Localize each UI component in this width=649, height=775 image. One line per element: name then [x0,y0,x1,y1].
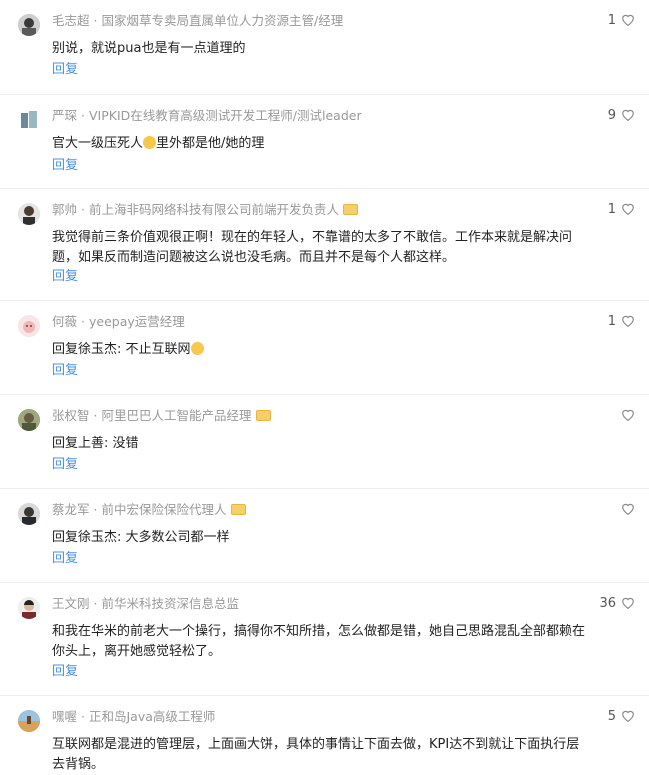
author-name[interactable]: 嘿喔 [52,709,77,724]
verified-badge-icon [255,410,271,421]
comment-text-part: 回复徐玉杰: 不止互联网 [52,342,191,357]
emoji-icon [143,136,157,149]
comment-text: 回复徐玉杰: 不止互联网 [52,340,592,360]
heart-icon [622,109,634,122]
comment-meta: 蔡龙军 · 前中宏保险保险代理人 [52,500,246,520]
like-button[interactable]: 1 [608,11,635,31]
reply-link[interactable]: 回复 [52,551,78,567]
comment-item: 嘿喔 · 正和岛Java高级工程师 5 互联网都是混进的管理层，上面画大饼，具体的事… [0,696,649,772]
author-title: yeepay运营经理 [89,314,185,329]
avatar[interactable] [18,710,40,732]
like-count: 1 [607,314,616,329]
comment-item: 郭帅 · 前上海非码网络科技有限公司前端开发负责人 1 我觉得前三条价值观很正啊！现… [0,189,649,301]
avatar[interactable] [18,203,40,225]
like-button[interactable]: 36 [599,594,635,614]
reply-link[interactable]: 回复 [52,457,78,473]
comment-text: 别说，就说pua也是有一点道理的 [52,41,246,56]
comment-item: 毛志超 · 国家烟草专卖局直属单位人力资源主管/经理 1 别说，就说pua也是有一点… [0,0,649,95]
comment-text: 回复徐玉杰: 大多数公司都一样 [52,530,230,545]
like-count: 36 [599,596,616,611]
avatar[interactable] [18,597,40,619]
heart-icon [622,503,634,516]
avatar[interactable] [18,14,40,36]
avatar[interactable] [18,503,40,525]
author-name[interactable]: 严琛 [52,108,77,123]
comment-text: 互联网都是混进的管理层，上面画大饼，具体的事情让下面去做，KPI达不到就让下面执… [52,737,580,772]
author-title: 前中宏保险保险代理人 [101,502,227,517]
like-button[interactable] [616,406,635,426]
avatar[interactable] [18,109,40,131]
comment-meta: 王文刚 · 前华米科技资深信息总监 [52,596,240,611]
comment-meta: 毛志超 · 国家烟草专卖局直属单位人力资源主管/经理 [52,13,344,28]
like-count: 9 [607,108,616,123]
like-button[interactable]: 9 [608,106,635,126]
author-name[interactable]: 郭帅 [52,202,77,217]
heart-icon [622,409,634,422]
avatar[interactable] [18,409,40,431]
reply-link[interactable]: 回复 [52,269,78,285]
author-name[interactable]: 蔡龙军 [52,502,90,517]
author-name[interactable]: 毛志超 [52,13,90,28]
author-title: 正和岛Java高级工程师 [89,709,216,724]
like-count: 1 [607,202,616,217]
like-button[interactable] [616,500,635,520]
comment-text: 官大一级压死人 里外都是他/她的理 [52,134,592,154]
author-name[interactable]: 何薇 [52,314,77,329]
reply-link[interactable]: 回复 [52,664,78,680]
heart-icon [622,315,634,328]
author-name[interactable]: 王文刚 [52,596,90,611]
emoji-icon [190,342,204,355]
like-button[interactable]: 5 [608,707,635,727]
comment-text: 我觉得前三条价值观很正啊！现在的年轻人，不靠谱的太多了不敢信。工作本来就是解决问… [52,230,573,265]
author-title: 国家烟草专卖局直属单位人力资源主管/经理 [101,13,344,28]
heart-icon [622,710,634,723]
reply-link[interactable]: 回复 [52,158,78,174]
author-title: VIPKID在线教育高级测试开发工程师/测试leader [89,108,362,123]
comment-meta: 何薇 · yeepay运营经理 [52,314,185,329]
comment-item: 严琛 · VIPKID在线教育高级测试开发工程师/测试leader 9 官大一级压死… [0,95,649,189]
heart-icon [622,597,634,610]
reply-link[interactable]: 回复 [52,363,78,379]
comment-meta: 严琛 · VIPKID在线教育高级测试开发工程师/测试leader [52,108,362,123]
comment-meta: 郭帅 · 前上海非码网络科技有限公司前端开发负责人 [52,200,359,220]
comment-item: 张权智 · 阿里巴巴人工智能产品经理 回复上善: 没错 回复 [0,395,649,489]
author-title: 前华米科技资深信息总监 [101,596,240,611]
comment-meta: 张权智 · 阿里巴巴人工智能产品经理 [52,406,271,426]
author-title: 阿里巴巴人工智能产品经理 [101,408,252,423]
comment-item: 蔡龙军 · 前中宏保险保险代理人 回复徐玉杰: 大多数公司都一样 回复 [0,489,649,583]
comment-meta: 嘿喔 · 正和岛Java高级工程师 [52,709,216,724]
comment-text: 回复上善: 没错 [52,436,139,451]
comment-text: 和我在华米的前老大一个操行，搞得你不知所措，怎么做都是错，她自己思路混乱全部都赖… [52,624,586,659]
like-button[interactable]: 1 [608,312,635,332]
reply-link[interactable]: 回复 [52,62,78,78]
like-count: 1 [607,13,616,28]
comment-text-part: 官大一级压死人 [52,136,144,151]
author-name[interactable]: 张权智 [52,408,90,423]
comment-item: 王文刚 · 前华米科技资深信息总监 36 和我在华米的前老大一个操行，搞得你不知所措… [0,583,649,696]
comment-text-part: 里外都是他/她的理 [156,136,265,151]
comment-item: 何薇 · yeepay运营经理 1 回复徐玉杰: 不止互联网 回复 [0,301,649,395]
verified-badge-icon [343,204,359,215]
avatar[interactable] [18,315,40,337]
verified-badge-icon [230,504,246,515]
heart-icon [622,203,634,216]
author-title: 前上海非码网络科技有限公司前端开发负责人 [89,202,340,217]
like-button[interactable]: 1 [608,200,635,220]
heart-icon [622,14,634,27]
like-count: 5 [607,709,616,724]
